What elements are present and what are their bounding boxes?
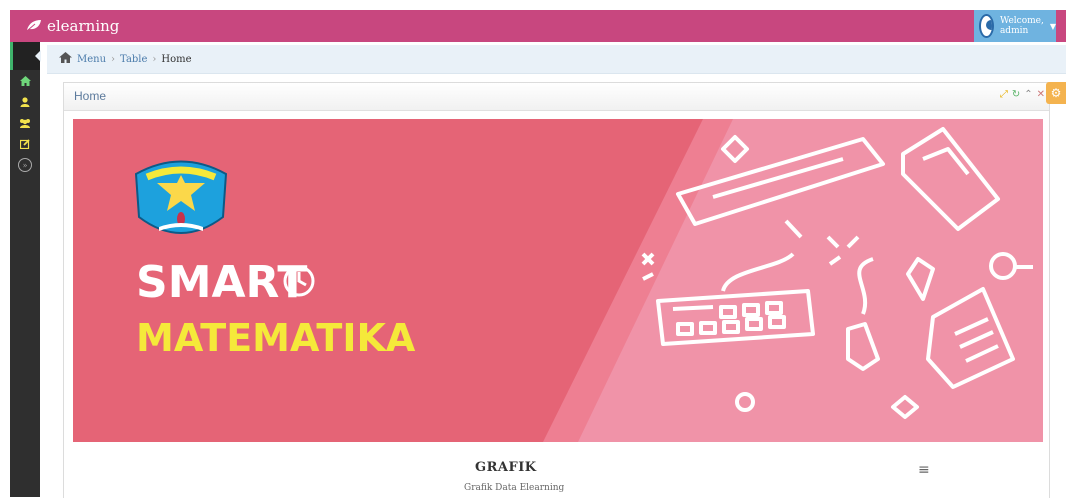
banner-title-matematika: MATEMATIKA <box>136 316 416 360</box>
chart-subtitle: Grafik Data Elearning <box>464 483 565 493</box>
breadcrumb-current: Home <box>161 53 192 65</box>
expand-icon[interactable]: ⤢ <box>1000 89 1008 100</box>
username: admin <box>999 26 1029 36</box>
widget-header: Home ⤢ ↻ ⌃ ✕ <box>64 83 1049 111</box>
tut-wuri-handayani-logo <box>134 160 228 234</box>
refresh-icon[interactable]: ↻ <box>1012 89 1020 100</box>
leaf-icon <box>26 17 42 35</box>
breadcrumb-separator: › <box>111 53 116 65</box>
breadcrumb: Menu › Table › Home <box>47 45 1066 74</box>
user-menu[interactable]: Welcome, admin ▼ <box>974 10 1056 42</box>
welcome-label: Welcome, <box>999 16 1044 26</box>
sidebar-item-home[interactable] <box>10 70 40 91</box>
settings-gear-button[interactable]: ⚙ <box>1046 82 1066 104</box>
chart-menu-button[interactable]: ≡ <box>918 462 930 478</box>
sidebar-accent <box>10 42 13 70</box>
caret-down-icon: ▼ <box>1049 21 1056 31</box>
sidebar-item-edit[interactable] <box>10 133 40 154</box>
breadcrumb-separator: › <box>152 53 157 65</box>
widget-title: Home <box>74 89 107 103</box>
breadcrumb-table[interactable]: Table <box>120 54 147 65</box>
welcome-text: Welcome, admin <box>1000 16 1044 36</box>
hamburger-icon: ≡ <box>918 462 930 478</box>
home-icon <box>19 75 31 86</box>
gear-icon: ⚙ <box>1050 86 1062 100</box>
banner-title-smart: SMART <box>136 257 307 308</box>
top-navbar: elearning Welcome, admin ▼ <box>10 10 1066 42</box>
sidebar-item-user[interactable] <box>10 91 40 112</box>
sidebar-collapse-button[interactable]: » <box>18 158 32 172</box>
sidebar-item-users[interactable] <box>10 112 40 133</box>
hero-banner: SMART MATEMATIKA <box>73 119 1043 442</box>
brand-name: elearning <box>47 17 120 35</box>
chart-title: GRAFIK <box>475 460 537 475</box>
sidebar: » <box>10 42 41 497</box>
users-icon <box>20 118 30 128</box>
brand[interactable]: elearning <box>26 17 119 35</box>
user-avatar <box>979 14 994 38</box>
banner-art: SMART MATEMATIKA <box>134 119 1043 442</box>
user-icon <box>20 96 30 107</box>
sidebar-shortcuts <box>10 42 41 70</box>
breadcrumb-menu[interactable]: Menu <box>77 54 106 65</box>
collapse-icon[interactable]: ⌃ <box>1024 89 1032 100</box>
close-icon[interactable]: ✕ <box>1037 89 1045 100</box>
widget-toolbar: ⤢ ↻ ⌃ ✕ <box>1000 89 1045 100</box>
home-icon <box>59 52 72 66</box>
edit-icon <box>20 138 30 149</box>
